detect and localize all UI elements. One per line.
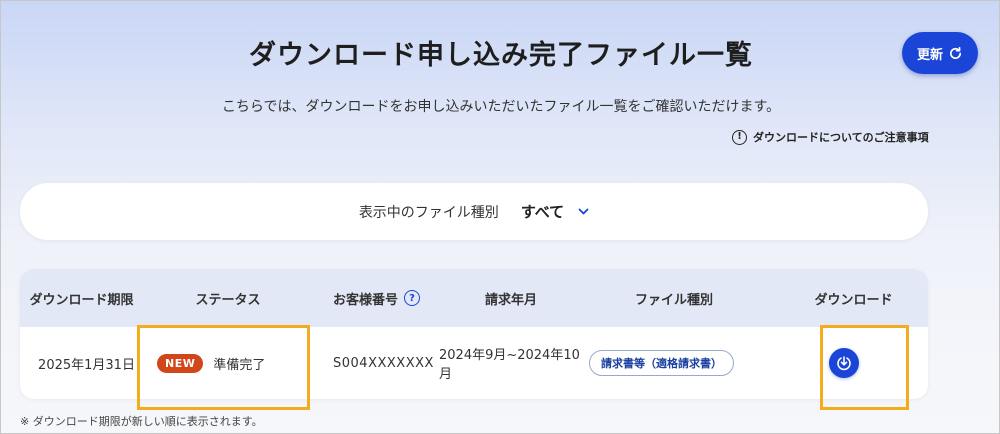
table-row: 2025年1月31日 NEW 準備完了 S004XXXXXXX 2024年9月~…	[20, 327, 928, 399]
download-button[interactable]	[828, 348, 859, 378]
col-header-status: ステータス	[195, 292, 261, 308]
file-table: ダウンロード期限 ステータス お客様番号 ? 請求年月 ファイル種別 ダウンロー…	[20, 269, 928, 399]
cell-download	[769, 348, 918, 378]
refresh-button[interactable]: 更新	[902, 32, 978, 74]
refresh-label: 更新	[916, 47, 943, 63]
file-type-tag: 請求書等（適格請求書）	[589, 350, 734, 376]
file-type-filter-bar: 表示中のファイル種別 すべて	[20, 183, 928, 240]
status-text: 準備完了	[213, 357, 266, 373]
notice-link-label: ダウンロードについてのご注意事項	[753, 131, 929, 144]
col-header-file-type: ファイル種別	[634, 292, 713, 308]
page-subtitle: こちらでは、ダウンロードをお申し込みいただいたファイル一覧をご確認いただけます。	[221, 99, 781, 115]
chevron-down-icon	[578, 208, 589, 214]
cell-file-type: 請求書等（適格請求書）	[589, 350, 769, 376]
col-header-customer-no-label: お客様番号	[333, 292, 399, 308]
download-notice-link[interactable]: ! ダウンロードについてのご注意事項	[732, 129, 929, 145]
cell-customer-no: S004XXXXXXX	[333, 355, 434, 371]
download-icon	[836, 356, 851, 371]
refresh-icon	[950, 46, 962, 59]
col-header-download: ダウンロード	[814, 292, 893, 308]
col-header-deadline: ダウンロード期限	[29, 292, 134, 308]
filter-selected-value: すべて	[520, 203, 565, 221]
cell-period: 2024年9月~2024年10月	[439, 348, 580, 382]
page-title: ダウンロード申し込み完了ファイル一覧	[249, 40, 753, 71]
cell-deadline: 2025年1月31日	[38, 357, 135, 373]
table-header: ダウンロード期限 ステータス お客様番号 ? 請求年月 ファイル種別 ダウンロー…	[20, 269, 928, 327]
new-badge: NEW	[157, 353, 204, 373]
cell-status: NEW 準備完了	[143, 353, 313, 373]
exclamation-icon: !	[732, 129, 747, 145]
question-help-icon[interactable]: ?	[404, 290, 421, 306]
file-type-select[interactable]: すべて	[521, 201, 589, 222]
sort-order-footnote: ※ ダウンロード期限が新しい順に表示されます。	[20, 415, 263, 428]
filter-label: 表示中のファイル種別	[358, 204, 499, 221]
col-header-period: 請求年月	[484, 292, 537, 308]
col-header-customer-no: お客様番号 ?	[313, 289, 453, 308]
page-frame: ダウンロード申し込み完了ファイル一覧 更新 こちらでは、ダウンロードをお申し込み…	[0, 0, 1000, 434]
